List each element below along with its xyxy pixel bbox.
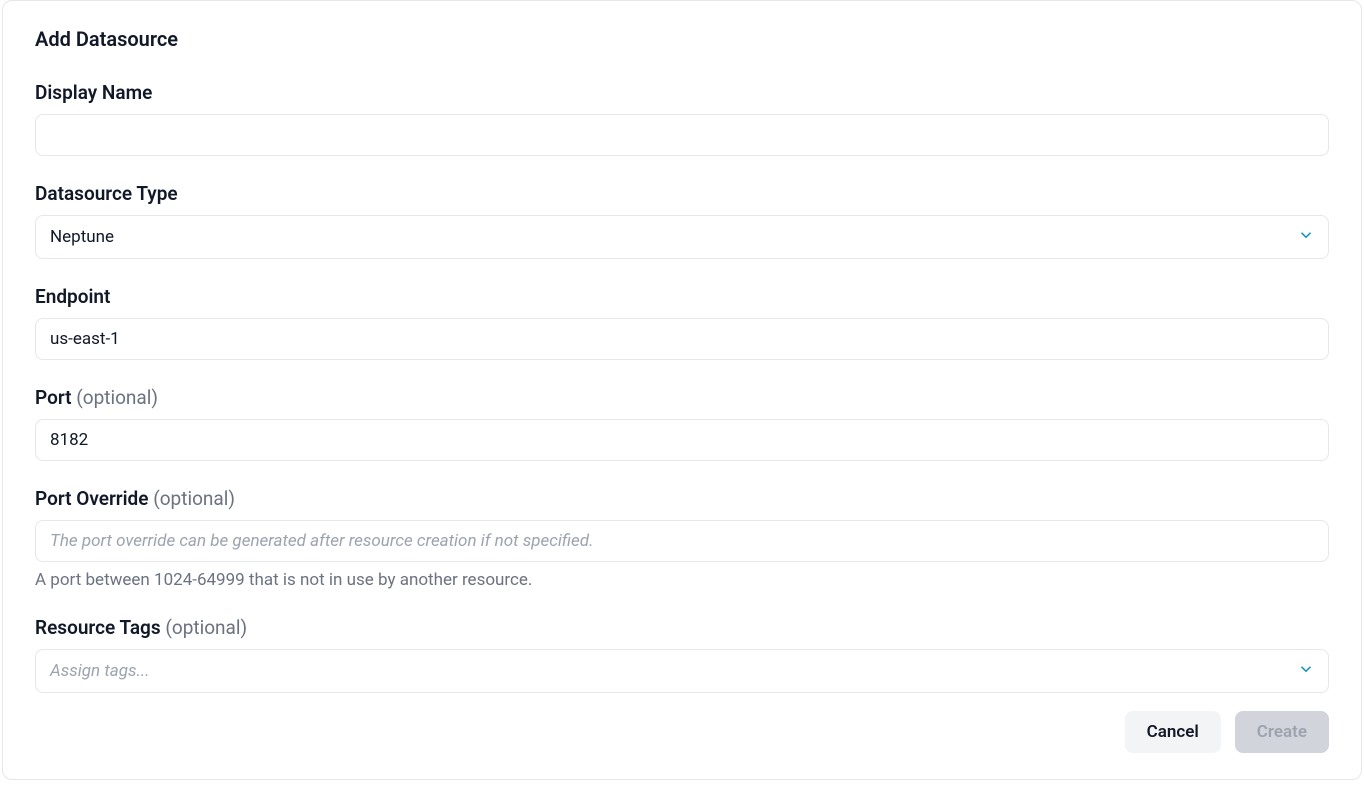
display-name-label: Display Name bbox=[35, 81, 1329, 104]
field-datasource-type: Datasource Type Neptune bbox=[35, 182, 1329, 259]
datasource-type-label: Datasource Type bbox=[35, 182, 1329, 205]
port-override-optional: (optional) bbox=[153, 487, 235, 510]
port-optional: (optional) bbox=[76, 386, 158, 409]
field-endpoint: Endpoint bbox=[35, 285, 1329, 360]
port-override-label-text: Port Override bbox=[35, 487, 148, 510]
field-resource-tags: Resource Tags (optional) Assign tags... bbox=[35, 616, 1329, 693]
add-datasource-card: Add Datasource Display Name Datasource T… bbox=[2, 0, 1362, 780]
resource-tags-select[interactable]: Assign tags... bbox=[35, 649, 1329, 693]
port-input[interactable] bbox=[35, 419, 1329, 461]
field-display-name: Display Name bbox=[35, 81, 1329, 156]
datasource-type-select-wrap: Neptune bbox=[35, 215, 1329, 259]
port-label: Port (optional) bbox=[35, 386, 1329, 409]
resource-tags-optional: (optional) bbox=[165, 616, 247, 639]
create-button[interactable]: Create bbox=[1235, 711, 1329, 753]
port-label-text: Port bbox=[35, 386, 72, 409]
resource-tags-label: Resource Tags (optional) bbox=[35, 616, 1329, 639]
field-port-override: Port Override (optional) A port between … bbox=[35, 487, 1329, 590]
port-override-label: Port Override (optional) bbox=[35, 487, 1329, 510]
cancel-button[interactable]: Cancel bbox=[1125, 711, 1221, 753]
display-name-input[interactable] bbox=[35, 114, 1329, 156]
field-port: Port (optional) bbox=[35, 386, 1329, 461]
port-override-input[interactable] bbox=[35, 520, 1329, 562]
datasource-type-select[interactable]: Neptune bbox=[35, 215, 1329, 259]
port-override-help: A port between 1024-64999 that is not in… bbox=[35, 570, 1329, 590]
card-title: Add Datasource bbox=[35, 27, 1329, 51]
datasource-type-value: Neptune bbox=[50, 227, 114, 247]
resource-tags-select-wrap: Assign tags... bbox=[35, 649, 1329, 693]
endpoint-label: Endpoint bbox=[35, 285, 1329, 308]
resource-tags-placeholder: Assign tags... bbox=[50, 661, 150, 681]
endpoint-input[interactable] bbox=[35, 318, 1329, 360]
resource-tags-label-text: Resource Tags bbox=[35, 616, 161, 639]
button-row: Cancel Create bbox=[35, 711, 1329, 753]
